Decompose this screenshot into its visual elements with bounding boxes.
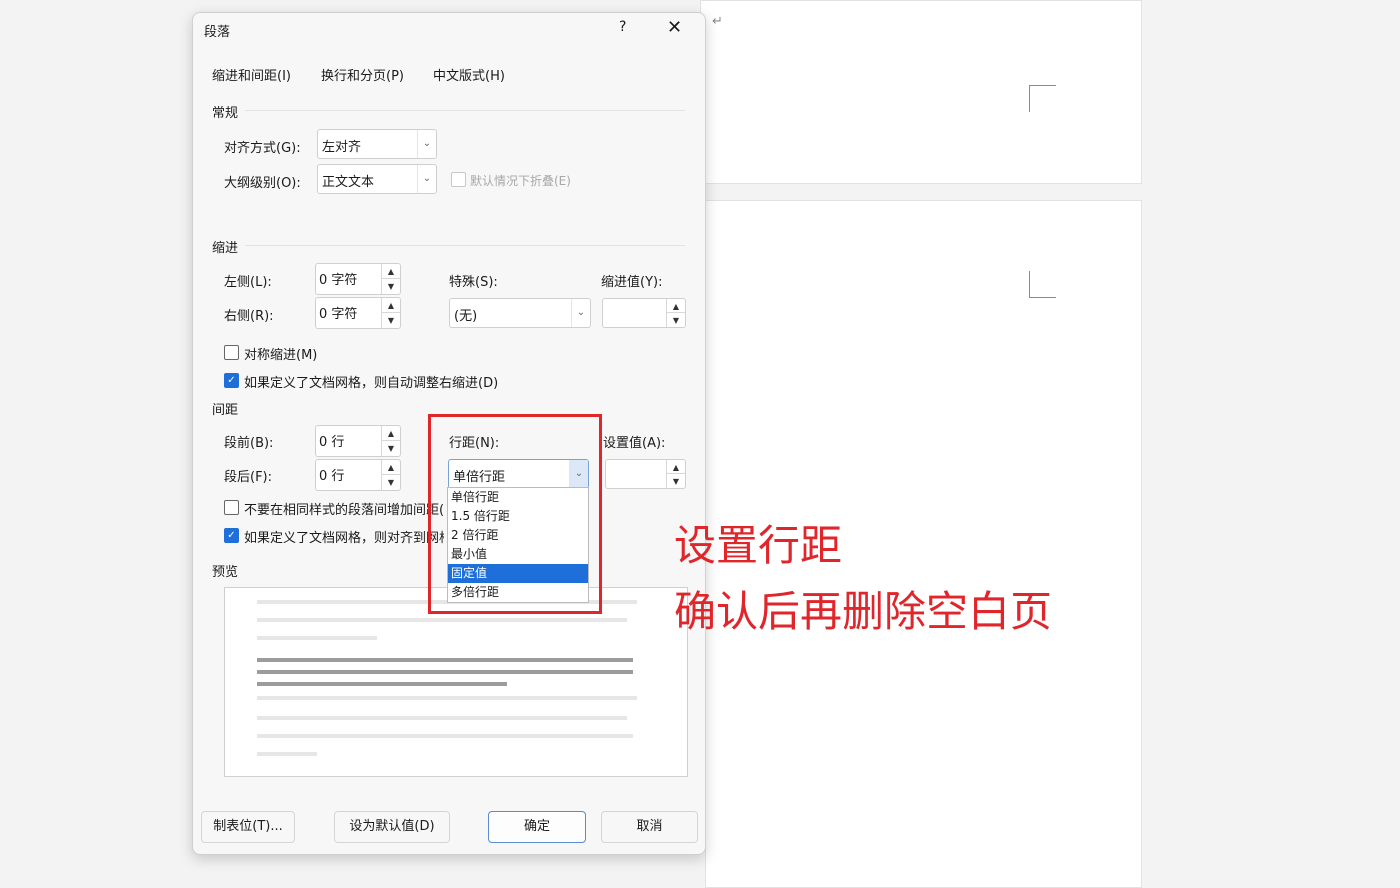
tab-asian-typography[interactable]: 中文版式(H): [433, 65, 505, 84]
space-before-label: 段前(B):: [224, 436, 274, 451]
alignment-select[interactable]: 左对齐 ⌄: [317, 129, 437, 159]
indent-right-label: 右侧(R):: [224, 309, 274, 324]
chevron-down-icon: ⌄: [417, 165, 436, 193]
section-general: 常规: [212, 106, 239, 121]
mirror-indent-label: 对称缩进(M): [244, 348, 318, 363]
document-page-1: [700, 0, 1142, 184]
tab-indent-spacing[interactable]: 缩进和间距(I): [212, 65, 291, 84]
spin-up-icon[interactable]: ▲: [382, 426, 400, 441]
preview-text-line: [257, 618, 627, 622]
outline-label: 大纲级别(O):: [224, 176, 301, 191]
at-spinner[interactable]: ▲ ▼: [605, 459, 686, 489]
section-indent: 缩进: [212, 241, 239, 256]
divider: [245, 110, 685, 111]
alignment-label: 对齐方式(G):: [224, 141, 301, 156]
spin-down-icon[interactable]: ▼: [382, 313, 400, 328]
tabs-button[interactable]: 制表位(T)...: [201, 811, 295, 843]
special-label: 特殊(S):: [449, 275, 498, 290]
space-before-spinner[interactable]: 0 行 ▲ ▼: [315, 425, 401, 457]
page-corner-mark: [1029, 85, 1056, 112]
annotation-highlight-box: [428, 414, 602, 614]
spin-up-icon[interactable]: ▲: [667, 460, 685, 474]
snap-grid-label: 如果定义了文档网格，则对齐到网格(W): [244, 531, 444, 546]
space-after-value: 0 行: [319, 469, 345, 484]
preview-box: [224, 587, 688, 777]
preview-text-line: [257, 752, 317, 756]
outline-value: 正文文本: [322, 175, 375, 190]
indent-right-spinner[interactable]: 0 字符 ▲ ▼: [315, 297, 401, 329]
spin-up-icon[interactable]: ▲: [667, 299, 685, 313]
help-button[interactable]: ?: [619, 19, 626, 35]
ok-button[interactable]: 确定: [488, 811, 586, 843]
annotation-line-1: 设置行距: [674, 521, 843, 570]
outline-select[interactable]: 正文文本 ⌄: [317, 164, 437, 194]
dialog-title: 段落: [204, 25, 231, 40]
indent-right-value: 0 字符: [319, 307, 358, 322]
collapse-checkbox[interactable]: [451, 172, 466, 187]
section-spacing: 间距: [212, 403, 239, 418]
spin-down-icon[interactable]: ▼: [382, 475, 400, 490]
indent-left-value: 0 字符: [319, 273, 358, 288]
space-after-spinner[interactable]: 0 行 ▲ ▼: [315, 459, 401, 491]
preview-text-line: [257, 696, 637, 700]
collapse-label: 默认情况下折叠(E): [470, 174, 571, 188]
special-select[interactable]: (无) ⌄: [449, 298, 591, 328]
section-preview: 预览: [212, 565, 239, 580]
special-value: (无): [454, 309, 478, 324]
spin-down-icon[interactable]: ▼: [667, 313, 685, 327]
spin-down-icon[interactable]: ▼: [382, 441, 400, 456]
indent-by-spinner[interactable]: ▲ ▼: [602, 298, 686, 328]
indent-left-label: 左侧(L):: [224, 275, 272, 290]
indent-by-label: 缩进值(Y):: [601, 275, 663, 290]
auto-adjust-checkbox[interactable]: ✓: [224, 373, 239, 388]
annotation-line-2: 确认后再删除空白页: [674, 587, 1053, 636]
page-corner-mark: [1029, 271, 1056, 298]
set-default-button[interactable]: 设为默认值(D): [334, 811, 450, 843]
spin-up-icon[interactable]: ▲: [382, 298, 400, 313]
chevron-down-icon: ⌄: [417, 130, 436, 158]
space-before-value: 0 行: [319, 435, 345, 450]
preview-text-line: [257, 734, 633, 738]
spin-up-icon[interactable]: ▲: [382, 264, 400, 279]
preview-text-line: [257, 658, 633, 662]
tab-line-page-breaks[interactable]: 换行和分页(P): [321, 65, 404, 84]
indent-left-spinner[interactable]: 0 字符 ▲ ▼: [315, 263, 401, 295]
checkmark-icon: ✓: [227, 530, 236, 541]
snap-grid-checkbox[interactable]: ✓: [224, 528, 239, 543]
mirror-indent-checkbox[interactable]: [224, 345, 239, 360]
paragraph-mark: ↵: [712, 14, 723, 29]
no-space-label: 不要在相同样式的段落间增加间距(C): [244, 503, 444, 518]
preview-text-line: [257, 716, 627, 720]
spin-up-icon[interactable]: ▲: [382, 460, 400, 475]
at-label: 设置值(A):: [603, 436, 666, 451]
auto-adjust-label: 如果定义了文档网格，则自动调整右缩进(D): [244, 376, 499, 391]
divider: [245, 245, 685, 246]
preview-text-line: [257, 670, 633, 674]
space-after-label: 段后(F):: [224, 470, 273, 485]
preview-text-line: [257, 636, 377, 640]
no-space-checkbox[interactable]: [224, 500, 239, 515]
spin-down-icon[interactable]: ▼: [667, 474, 685, 488]
close-button[interactable]: ✕: [667, 17, 682, 38]
preview-text-line: [257, 682, 507, 686]
alignment-value: 左对齐: [322, 140, 362, 155]
cancel-button[interactable]: 取消: [601, 811, 698, 843]
checkmark-icon: ✓: [227, 375, 236, 386]
spin-down-icon[interactable]: ▼: [382, 279, 400, 294]
chevron-down-icon: ⌄: [571, 299, 590, 327]
